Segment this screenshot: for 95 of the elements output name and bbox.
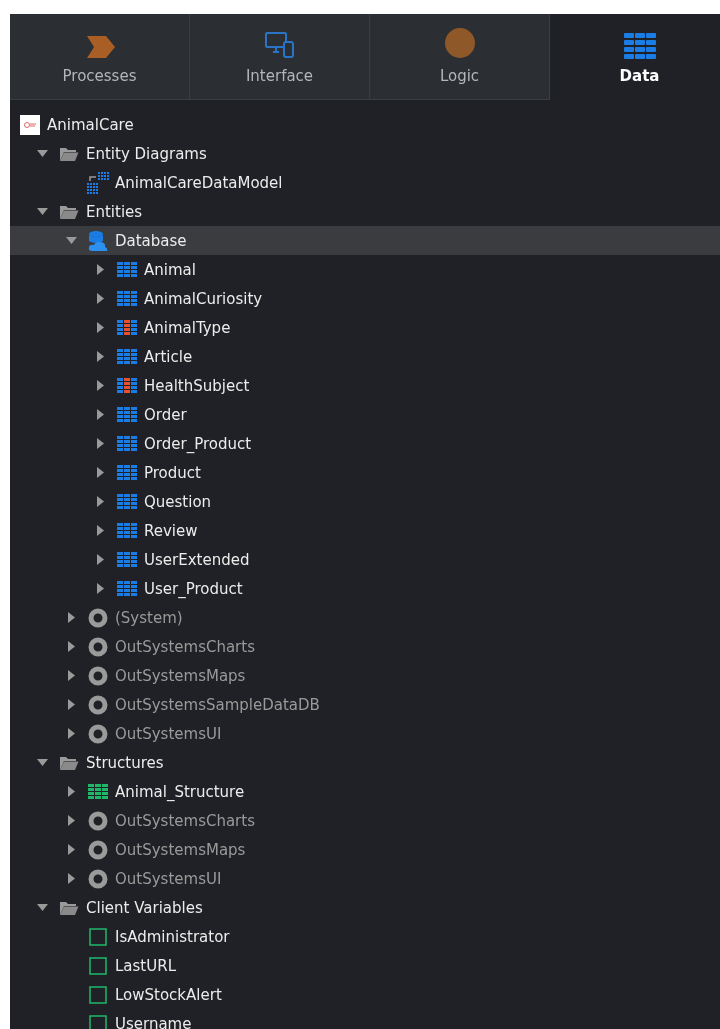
tree-item[interactable]: OutSystemsSampleDataDB (10, 690, 720, 719)
collapsed-arrow-icon[interactable] (68, 815, 75, 826)
tree-item[interactable]: Structures (10, 748, 720, 777)
table-icon (117, 377, 137, 394)
tree-item[interactable]: IsAdministrator (10, 922, 720, 951)
module-icon (88, 607, 108, 628)
folder-icon (59, 899, 79, 916)
folder-icon (59, 754, 79, 771)
module-icon (88, 723, 108, 744)
table-icon (117, 261, 137, 278)
expanded-arrow-icon[interactable] (37, 150, 48, 157)
collapsed-arrow-icon[interactable] (97, 409, 104, 420)
table-icon (117, 290, 137, 307)
tree-item[interactable]: OutSystemsCharts (10, 806, 720, 835)
module-icon (88, 868, 108, 889)
collapsed-arrow-icon[interactable] (68, 612, 75, 623)
tree-item[interactable]: OutSystemsUI (10, 719, 720, 748)
module-icon (88, 839, 108, 860)
tree-item[interactable]: Product (10, 458, 720, 487)
database-cloud-icon (87, 229, 109, 252)
table-icon (117, 464, 137, 481)
collapsed-arrow-icon[interactable] (97, 467, 104, 478)
tree-item[interactable]: OutSystemsMaps (10, 661, 720, 690)
table-icon (117, 319, 137, 336)
collapsed-arrow-icon[interactable] (68, 670, 75, 681)
collapsed-arrow-icon[interactable] (68, 699, 75, 710)
collapsed-arrow-icon[interactable] (97, 554, 104, 565)
circle-icon (443, 27, 476, 59)
tree-item[interactable]: Animal_Structure (10, 777, 720, 806)
tree-item[interactable]: AnimalCare (10, 110, 720, 139)
expanded-arrow-icon[interactable] (66, 237, 77, 244)
collapsed-arrow-icon[interactable] (68, 641, 75, 652)
tree-item[interactable]: OutSystemsUI (10, 864, 720, 893)
collapsed-arrow-icon[interactable] (97, 322, 104, 333)
table-icon (117, 348, 137, 365)
collapsed-arrow-icon[interactable] (97, 438, 104, 449)
tree-item[interactable]: Article (10, 342, 720, 371)
square-icon (89, 927, 107, 946)
module-icon (88, 810, 108, 831)
table-icon (623, 33, 656, 59)
tree-item[interactable]: Client Variables (10, 893, 720, 922)
tree-item[interactable]: Order (10, 400, 720, 429)
collapsed-arrow-icon[interactable] (97, 264, 104, 275)
square-icon (89, 985, 107, 1004)
expanded-arrow-icon[interactable] (37, 904, 48, 911)
folder-icon (59, 145, 79, 162)
tree-item[interactable]: AnimalCareDataModel (10, 168, 720, 197)
folder-icon (59, 203, 79, 220)
tree-item[interactable]: Review (10, 516, 720, 545)
module-icon (88, 665, 108, 686)
collapsed-arrow-icon[interactable] (68, 786, 75, 797)
tree-item[interactable]: User_Product (10, 574, 720, 603)
tree-item[interactable]: Animal (10, 255, 720, 284)
table-icon (117, 522, 137, 539)
module-icon (88, 694, 108, 715)
square-icon (89, 956, 107, 975)
collapsed-arrow-icon[interactable] (97, 583, 104, 594)
collapsed-arrow-icon[interactable] (68, 728, 75, 739)
tree-item[interactable]: UserExtended (10, 545, 720, 574)
diagram-icon (86, 170, 110, 195)
tree-item[interactable]: Database (10, 226, 720, 255)
tab[interactable]: Interface (190, 14, 370, 100)
collapsed-arrow-icon[interactable] (97, 525, 104, 536)
structure-icon (88, 783, 108, 800)
collapsed-arrow-icon[interactable] (68, 873, 75, 884)
tab[interactable]: Processes (10, 14, 190, 100)
module-icon (88, 636, 108, 657)
tree-item[interactable]: LowStockAlert (10, 980, 720, 1009)
tree-item[interactable]: LastURL (10, 951, 720, 980)
collapsed-arrow-icon[interactable] (97, 496, 104, 507)
tree-item[interactable]: AnimalType (10, 313, 720, 342)
tree-item[interactable]: HealthSubject (10, 371, 720, 400)
tree-item[interactable]: Order_Product (10, 429, 720, 458)
collapsed-arrow-icon[interactable] (68, 844, 75, 855)
collapsed-arrow-icon[interactable] (97, 351, 104, 362)
tree-item[interactable]: Entity Diagrams (10, 139, 720, 168)
tab[interactable]: Logic (370, 14, 550, 100)
tree-item[interactable]: Question (10, 487, 720, 516)
tree-item[interactable]: AnimalCuriosity (10, 284, 720, 313)
tree-item[interactable]: OutSystemsMaps (10, 835, 720, 864)
tree-item[interactable]: OutSystemsCharts (10, 632, 720, 661)
table-icon (117, 551, 137, 568)
tree-item[interactable]: Username (10, 1009, 720, 1029)
tree-item[interactable]: Entities (10, 197, 720, 226)
table-icon (117, 493, 137, 510)
table-icon (117, 580, 137, 597)
expanded-arrow-icon[interactable] (37, 759, 48, 766)
devices-icon (263, 31, 296, 59)
collapsed-arrow-icon[interactable] (97, 293, 104, 304)
tree-item[interactable]: (System) (10, 603, 720, 632)
collapsed-arrow-icon[interactable] (97, 380, 104, 391)
app-logo-icon (20, 114, 40, 135)
table-icon (117, 435, 137, 452)
table-icon (117, 406, 137, 423)
expanded-arrow-icon[interactable] (37, 208, 48, 215)
